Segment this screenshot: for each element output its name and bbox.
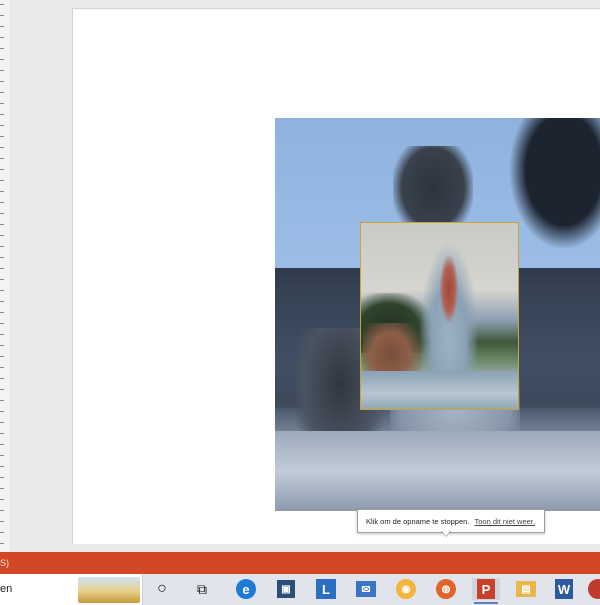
search-text: en [0, 583, 13, 595]
edge-icon[interactable]: e [234, 578, 258, 600]
ruler-tick [0, 290, 4, 291]
task-view-circle-icon[interactable]: ○ [150, 578, 174, 600]
ruler-tick [0, 4, 4, 5]
lync-icon[interactable]: L [314, 578, 338, 600]
tooltip-text: Klik om de opname te stoppen. [366, 517, 470, 526]
ruler-tick [0, 81, 4, 82]
ruler-tick [0, 488, 4, 489]
taskbar-search-box[interactable]: en [0, 574, 143, 605]
task-view-icon[interactable]: ⧉ [190, 578, 214, 600]
ruler-tick [0, 136, 4, 137]
app-icon[interactable] [588, 578, 600, 600]
inset-pool [361, 371, 518, 409]
ruler-tick [0, 312, 4, 313]
ruler-tick [0, 422, 4, 423]
ruler-tick [0, 334, 4, 335]
ruler-tick [0, 92, 4, 93]
status-bar: S) [0, 552, 600, 574]
ruler-tick [0, 389, 4, 390]
ruler-tick [0, 345, 4, 346]
ruler-tick [0, 411, 4, 412]
inset-photo-selected[interactable] [360, 222, 519, 410]
ruler-tick [0, 169, 4, 170]
ruler-tick [0, 400, 4, 401]
search-highlight-image [78, 577, 140, 603]
ruler-tick [0, 125, 4, 126]
photo-tree [510, 118, 600, 248]
file-explorer-icon[interactable]: ▤ [514, 578, 538, 600]
ruler-tick [0, 444, 4, 445]
ruler-tick [0, 158, 4, 159]
ruler-tick [0, 279, 4, 280]
ruler-tick [0, 180, 4, 181]
ruler-tick [0, 455, 4, 456]
ruler-tick [0, 367, 4, 368]
ruler-tick [0, 257, 4, 258]
ruler-tick [0, 224, 4, 225]
ruler-tick [0, 323, 4, 324]
ruler-tick [0, 37, 4, 38]
firefox-icon[interactable]: ◍ [434, 578, 458, 600]
ruler-tick [0, 103, 4, 104]
store-icon[interactable]: ▣ [274, 578, 298, 600]
photo-pool-water [275, 431, 600, 511]
ruler-tick [0, 433, 4, 434]
ruler-tick [0, 114, 4, 115]
ruler-tick [0, 543, 4, 544]
ruler-tick [0, 466, 4, 467]
vertical-ruler [0, 0, 10, 552]
ruler-tick [0, 521, 4, 522]
ruler-tick [0, 378, 4, 379]
ruler-tick [0, 356, 4, 357]
recording-tooltip: Klik om de opname te stoppen. Toon dit n… [357, 509, 545, 533]
ruler-tick [0, 477, 4, 478]
tooltip-arrow-fill [442, 531, 450, 536]
ruler-tick [0, 510, 4, 511]
status-text: S) [0, 558, 9, 568]
word-icon[interactable]: W [552, 578, 576, 600]
ruler-tick [0, 191, 4, 192]
ruler-tick [0, 15, 4, 16]
ruler-tick [0, 26, 4, 27]
tooltip-dont-show-link[interactable]: Toon dit niet weer. [475, 517, 535, 526]
ruler-tick [0, 59, 4, 60]
powerpoint-icon[interactable]: P [472, 578, 500, 604]
ruler-tick [0, 202, 4, 203]
ruler-tick [0, 499, 4, 500]
ruler-tick [0, 235, 4, 236]
chrome-canary-icon[interactable]: ◉ [394, 578, 418, 600]
ruler-tick [0, 213, 4, 214]
mail-icon[interactable]: ✉ [354, 578, 378, 600]
taskbar: en ○ ⧉ e ▣ L ✉ ◉ ◍ P ▤ W [0, 574, 600, 605]
ruler-tick [0, 48, 4, 49]
ruler-tick [0, 268, 4, 269]
ruler-tick [0, 70, 4, 71]
ruler-tick [0, 147, 4, 148]
ruler-tick [0, 246, 4, 247]
ruler-tick [0, 532, 4, 533]
ruler-tick [0, 301, 4, 302]
